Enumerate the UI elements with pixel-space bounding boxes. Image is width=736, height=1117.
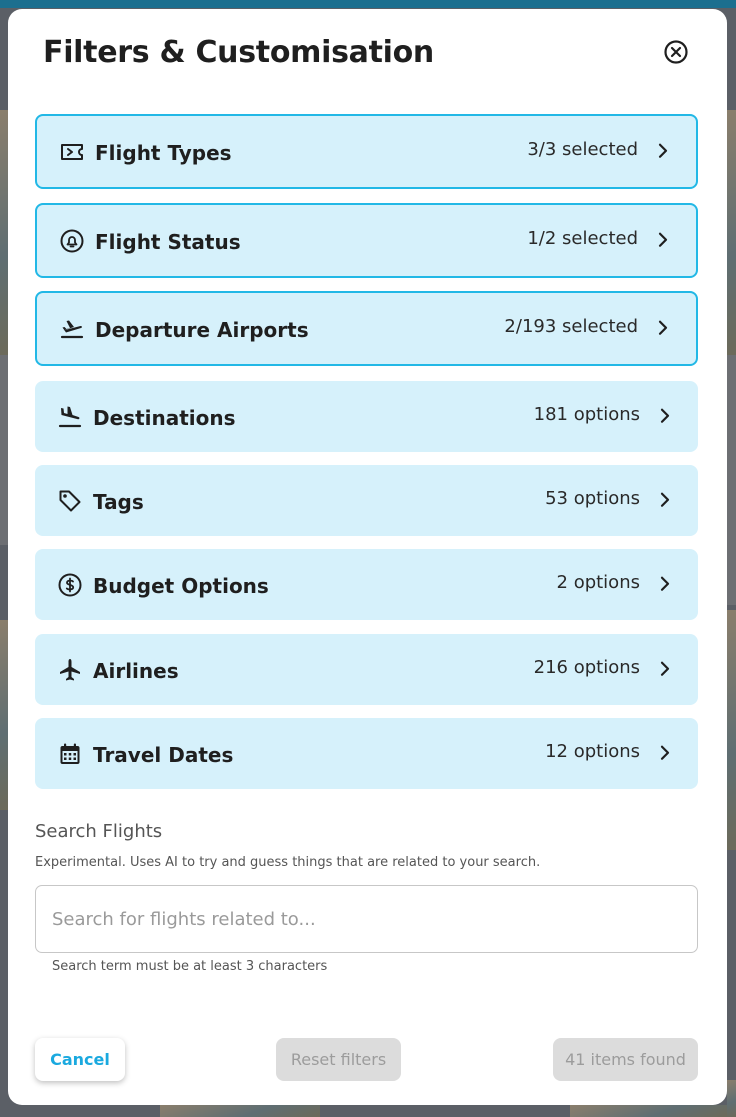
chevron-right-icon bbox=[660, 492, 670, 507]
filter-count: 12 options bbox=[545, 740, 640, 762]
chevron-right-icon bbox=[658, 232, 668, 247]
chevron-right-icon bbox=[660, 745, 670, 760]
filter-label: Tags bbox=[93, 489, 144, 514]
items-found-button[interactable]: 41 items found bbox=[553, 1038, 698, 1081]
filter-label: Departure Airports bbox=[95, 317, 309, 342]
flight-land-icon bbox=[58, 406, 82, 427]
chevron-right-icon bbox=[660, 408, 670, 423]
filter-count: 216 options bbox=[533, 656, 640, 678]
filter-label: Flight Status bbox=[95, 229, 241, 254]
tag-icon bbox=[59, 490, 81, 511]
calendar-icon bbox=[60, 743, 80, 764]
close-button[interactable] bbox=[663, 39, 689, 65]
filter-label: Travel Dates bbox=[93, 742, 234, 767]
search-input[interactable] bbox=[35, 885, 698, 953]
background-image bbox=[0, 620, 8, 810]
background-topbar bbox=[0, 0, 736, 8]
search-helper-text: Search term must be at least 3 character… bbox=[52, 959, 328, 974]
filter-row-departure-airports[interactable]: Departure Airports 2/193 selected bbox=[35, 291, 698, 366]
background-image bbox=[727, 610, 736, 850]
chevron-right-icon bbox=[658, 320, 668, 335]
search-heading: Search Flights bbox=[35, 821, 163, 842]
flight-takeoff-icon bbox=[60, 320, 84, 338]
ticket-icon bbox=[61, 143, 83, 160]
background-image bbox=[727, 1080, 736, 1117]
chevron-right-icon bbox=[660, 661, 670, 676]
filter-count: 181 options bbox=[533, 403, 640, 425]
filter-count: 1/2 selected bbox=[527, 227, 638, 249]
filters-modal: Filters & Customisation Flight Types 3/3… bbox=[8, 9, 727, 1105]
filter-row-tags[interactable]: Tags 53 options bbox=[35, 465, 698, 536]
dollar-circle-icon bbox=[58, 573, 82, 596]
filter-count: 2 options bbox=[556, 571, 640, 593]
background-image bbox=[727, 110, 736, 355]
background-card bbox=[0, 355, 8, 545]
filter-count: 3/3 selected bbox=[527, 138, 638, 160]
chevron-right-icon bbox=[660, 576, 670, 591]
filter-count: 2/193 selected bbox=[504, 315, 638, 337]
filter-row-travel-dates[interactable]: Travel Dates 12 options bbox=[35, 718, 698, 789]
filter-label: Budget Options bbox=[93, 573, 269, 598]
background-image bbox=[0, 110, 8, 355]
filter-count: 53 options bbox=[545, 487, 640, 509]
background-image bbox=[160, 1105, 320, 1117]
filter-row-flight-types[interactable]: Flight Types 3/3 selected bbox=[35, 114, 698, 189]
filter-row-destinations[interactable]: Destinations 181 options bbox=[35, 381, 698, 452]
filter-row-budget-options[interactable]: Budget Options 2 options bbox=[35, 549, 698, 620]
bell-circle-icon bbox=[60, 229, 84, 252]
filter-label: Destinations bbox=[93, 405, 236, 430]
background-card bbox=[727, 355, 736, 605]
filter-row-flight-status[interactable]: Flight Status 1/2 selected bbox=[35, 203, 698, 278]
search-hint: Experimental. Uses AI to try and guess t… bbox=[35, 855, 541, 870]
background-image bbox=[570, 1105, 727, 1117]
filter-label: Flight Types bbox=[95, 140, 232, 165]
reset-filters-button[interactable]: Reset filters bbox=[276, 1038, 401, 1081]
close-circle-icon bbox=[664, 40, 688, 64]
chevron-right-icon bbox=[658, 143, 668, 158]
filter-row-airlines[interactable]: Airlines 216 options bbox=[35, 634, 698, 705]
modal-title: Filters & Customisation bbox=[43, 35, 434, 70]
cancel-button[interactable]: Cancel bbox=[35, 1038, 125, 1081]
airplane-icon bbox=[60, 658, 80, 680]
filter-label: Airlines bbox=[93, 658, 179, 683]
